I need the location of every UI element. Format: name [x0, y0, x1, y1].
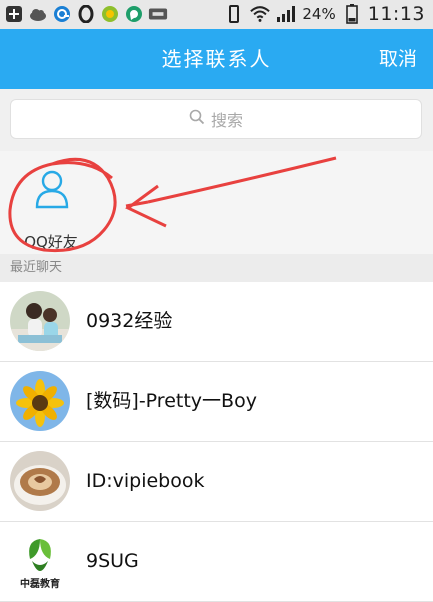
vibrate-icon: [224, 4, 244, 24]
qq-friends-label: QQ好友: [24, 233, 78, 251]
opera-icon: [76, 4, 96, 24]
contact-name: [数码]-Pretty一Boy: [86, 390, 257, 412]
signal-icon: [276, 4, 296, 24]
qq-friends-button[interactable]: QQ好友: [14, 165, 88, 251]
chat-icon: [124, 4, 144, 24]
page-title: 选择联系人: [161, 47, 272, 71]
battery-percent: 24%: [302, 5, 336, 23]
list-item[interactable]: ID:vipiebook: [0, 442, 433, 522]
avatar-logo-text: 中磊教育: [20, 579, 60, 590]
clock: 11:13: [367, 3, 425, 25]
search-area: 搜索: [0, 89, 433, 151]
contact-name: ID:vipiebook: [86, 470, 205, 492]
recent-chats-header: 最近聊天: [0, 254, 433, 282]
cancel-button[interactable]: 取消: [379, 29, 417, 89]
search-input[interactable]: 搜索: [10, 99, 422, 139]
contact-name: 9SUG: [86, 550, 139, 572]
list-item[interactable]: [数码]-Pretty一Boy: [0, 362, 433, 442]
contact-name: 0932经验: [86, 310, 173, 332]
system-status: 24% 11:13: [224, 3, 425, 25]
add-icon: [4, 4, 24, 24]
quick-entry-area: QQ好友: [0, 151, 433, 254]
avatar: [10, 291, 70, 351]
browser-icon: [52, 4, 72, 24]
contact-icon: [34, 169, 70, 213]
cloud-icon: [28, 4, 48, 24]
search-icon: [189, 109, 205, 129]
wifi-icon: [250, 4, 271, 24]
contact-list: 0932经验 [数码]-Pretty一Boy ID:vipiebook 中磊教育…: [0, 282, 433, 602]
usb-icon: [148, 4, 168, 24]
battery-icon: [342, 4, 362, 24]
app-icon: [100, 4, 120, 24]
avatar: [10, 451, 70, 511]
search-placeholder: 搜索: [210, 111, 243, 130]
avatar: 中磊教育: [10, 531, 70, 591]
avatar: [10, 371, 70, 431]
list-item[interactable]: 中磊教育 9SUG: [0, 522, 433, 602]
recent-chats-label: 最近聊天: [10, 260, 63, 275]
status-bar: 24% 11:13: [0, 0, 433, 29]
title-bar: 选择联系人 取消: [0, 29, 433, 89]
notification-icons: [4, 4, 168, 24]
list-item[interactable]: 0932经验: [0, 282, 433, 362]
